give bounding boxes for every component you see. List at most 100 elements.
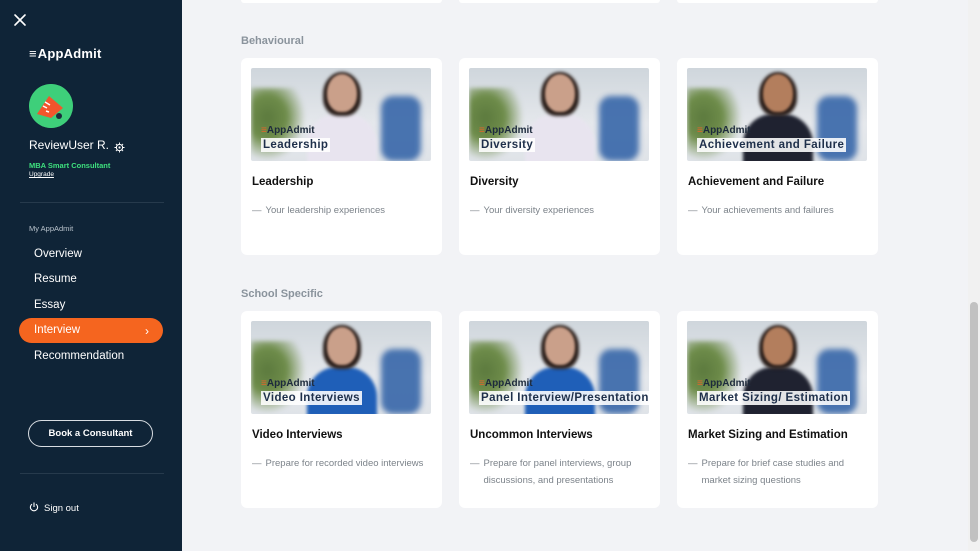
thumbnail-caption: Achievement and Failure — [697, 138, 847, 152]
chair-decoration — [381, 349, 421, 414]
card-title: Uncommon Interviews — [470, 429, 593, 441]
sidebar-item-interview[interactable]: Interview › — [19, 317, 163, 343]
card-description-line: — Prepare for recorded video interviews — [252, 455, 432, 472]
sidebar-nav: Overview Resume Essay Interview › Recomme… — [19, 241, 163, 369]
card-description-text: Your leadership experiences — [265, 205, 386, 216]
thumbnail-brand: ≡AppAdmit — [261, 125, 315, 136]
card-description-text: Prepare for panel interviews, group — [483, 458, 632, 469]
thumbnail-brand-text: AppAdmit — [484, 378, 533, 389]
gear-icon[interactable] — [114, 140, 125, 153]
thumbnail-caption: Video Interviews — [261, 391, 362, 405]
thumbnail-brand-text: AppAdmit — [702, 378, 751, 389]
dash-icon: — — [688, 458, 698, 469]
sidebar: ≡AppAdmit ReviewUser R. MBA Smart Consul… — [0, 0, 182, 551]
sidebar-item-label: Essay — [34, 298, 66, 311]
sign-out-label: Sign out — [44, 503, 79, 514]
card-description: —Prepare for brief case studies and—mark… — [688, 455, 868, 489]
thumbnail-caption: Market Sizing/ Estimation — [697, 391, 851, 405]
presenter-face — [763, 327, 793, 365]
dash-icon: — — [470, 458, 480, 469]
sidebar-item-label: Overview — [34, 247, 82, 260]
thumbnail-brand-text: AppAdmit — [266, 125, 315, 136]
thumbnail-caption: Leadership — [261, 138, 331, 152]
card-description-line: — Prepare for panel interviews, group — [470, 455, 650, 472]
dash-icon: — — [252, 458, 262, 469]
interview-card[interactable]: ≡AppAdmit Diversity Diversity — Your diversi… — [459, 58, 660, 255]
sidebar-item-label: Resume — [34, 273, 77, 286]
app-logo[interactable]: ≡AppAdmit — [29, 46, 102, 61]
card-description-line: — Your diversity experiences — [470, 202, 650, 219]
presenter-face — [545, 327, 575, 365]
section-title: School Specific — [241, 288, 323, 300]
thumbnail-brand-text: AppAdmit — [484, 125, 533, 136]
card-description-line: — Prepare for brief case studies and — [688, 455, 868, 472]
video-thumbnail[interactable]: ≡AppAdmit Panel Interview/Presentation — [469, 321, 649, 414]
thumbnail-caption: Panel Interview/Presentation — [479, 391, 649, 405]
logo-mark-icon: ≡ — [29, 46, 37, 61]
scrollbar-thumb[interactable] — [970, 302, 978, 542]
card-description-text: Your achievements and failures — [701, 205, 834, 216]
nav-section-label: My AppAdmit — [29, 224, 74, 233]
interview-card[interactable]: ≡AppAdmit Leadership Leadership — Your leade… — [241, 58, 442, 255]
card-description-text: Your diversity experiences — [483, 205, 595, 216]
video-thumbnail[interactable]: ≡AppAdmit Diversity — [469, 68, 649, 161]
previous-card-edge — [241, 0, 442, 3]
card-description: — Prepare for recorded video interviews — [252, 455, 432, 472]
sidebar-item-resume[interactable]: Resume — [19, 267, 163, 293]
presenter-image — [525, 72, 595, 161]
plan-label: MBA Smart Consultant — [29, 161, 111, 170]
card-description-line: — Your achievements and failures — [688, 202, 868, 219]
card-title: Video Interviews — [252, 429, 343, 441]
video-thumbnail[interactable]: ≡AppAdmit Video Interviews — [251, 321, 431, 414]
video-thumbnail[interactable]: ≡AppAdmit Achievement and Failure — [687, 68, 867, 161]
presenter-face — [327, 327, 357, 365]
card-description-text: market sizing questions — [701, 475, 801, 486]
avatar[interactable] — [29, 84, 73, 128]
video-thumbnail[interactable]: ≡AppAdmit Market Sizing/ Estimation — [687, 321, 867, 414]
previous-card-edge — [459, 0, 660, 3]
thumbnail-caption: Diversity — [479, 138, 536, 152]
presenter-body — [525, 114, 595, 161]
card-description-line: — Your leadership experiences — [252, 202, 432, 219]
dash-icon: — — [470, 205, 480, 216]
thumbnail-brand-text: AppAdmit — [702, 125, 751, 136]
card-description-line: —discussions, and presentations — [470, 472, 650, 489]
section-title: Behavioural — [241, 35, 304, 47]
main-content: Behavioural ≡AppAdmit Leadership Leadership… — [182, 0, 968, 551]
interview-card[interactable]: ≡AppAdmit Panel Interview/Presentation Unc… — [459, 311, 660, 508]
dash-icon: — — [688, 205, 698, 216]
card-title: Achievement and Failure — [688, 176, 825, 188]
thumbnail-brand: ≡AppAdmit — [479, 125, 533, 136]
scrollbar[interactable] — [968, 0, 980, 551]
sidebar-item-recommendation[interactable]: Recommendation — [19, 343, 163, 369]
username: ReviewUser R. — [29, 138, 110, 152]
sidebar-item-label: Interview — [34, 324, 81, 337]
interview-card[interactable]: ≡AppAdmit Market Sizing/ Estimation Market… — [677, 311, 878, 508]
thumbnail-brand-text: AppAdmit — [266, 378, 315, 389]
interview-card[interactable]: ≡AppAdmit Achievement and Failure Achievem… — [677, 58, 878, 255]
upgrade-link[interactable]: Upgrade — [29, 171, 54, 178]
card-description-text: discussions, and presentations — [483, 475, 614, 486]
sidebar-item-label: Recommendation — [34, 349, 125, 362]
card-title: Leadership — [252, 176, 314, 188]
interview-card[interactable]: ≡AppAdmit Video Interviews Video Interview… — [241, 311, 442, 508]
close-icon[interactable] — [12, 12, 28, 28]
sidebar-item-overview[interactable]: Overview — [19, 241, 163, 267]
avatar-megaphone-icon — [29, 84, 73, 128]
card-title: Market Sizing and Estimation — [688, 429, 848, 441]
user-row: ReviewUser R. — [29, 138, 125, 153]
card-description-line: —market sizing questions — [688, 472, 868, 489]
book-consultant-button[interactable]: Book a Consultant — [28, 420, 153, 447]
video-thumbnail[interactable]: ≡AppAdmit Leadership — [251, 68, 431, 161]
logo-text: AppAdmit — [37, 46, 102, 61]
thumbnail-brand: ≡AppAdmit — [261, 378, 315, 389]
presenter-face — [327, 74, 357, 112]
card-description: — Your achievements and failures — [688, 202, 868, 219]
power-icon — [29, 502, 39, 515]
thumbnail-brand: ≡AppAdmit — [697, 378, 751, 389]
sign-out-button[interactable]: Sign out — [29, 502, 79, 515]
thumbnail-brand: ≡AppAdmit — [479, 378, 533, 389]
sidebar-item-essay[interactable]: Essay — [19, 292, 163, 318]
card-description-text: Prepare for brief case studies and — [701, 458, 845, 469]
chevron-right-icon: › — [145, 323, 149, 338]
